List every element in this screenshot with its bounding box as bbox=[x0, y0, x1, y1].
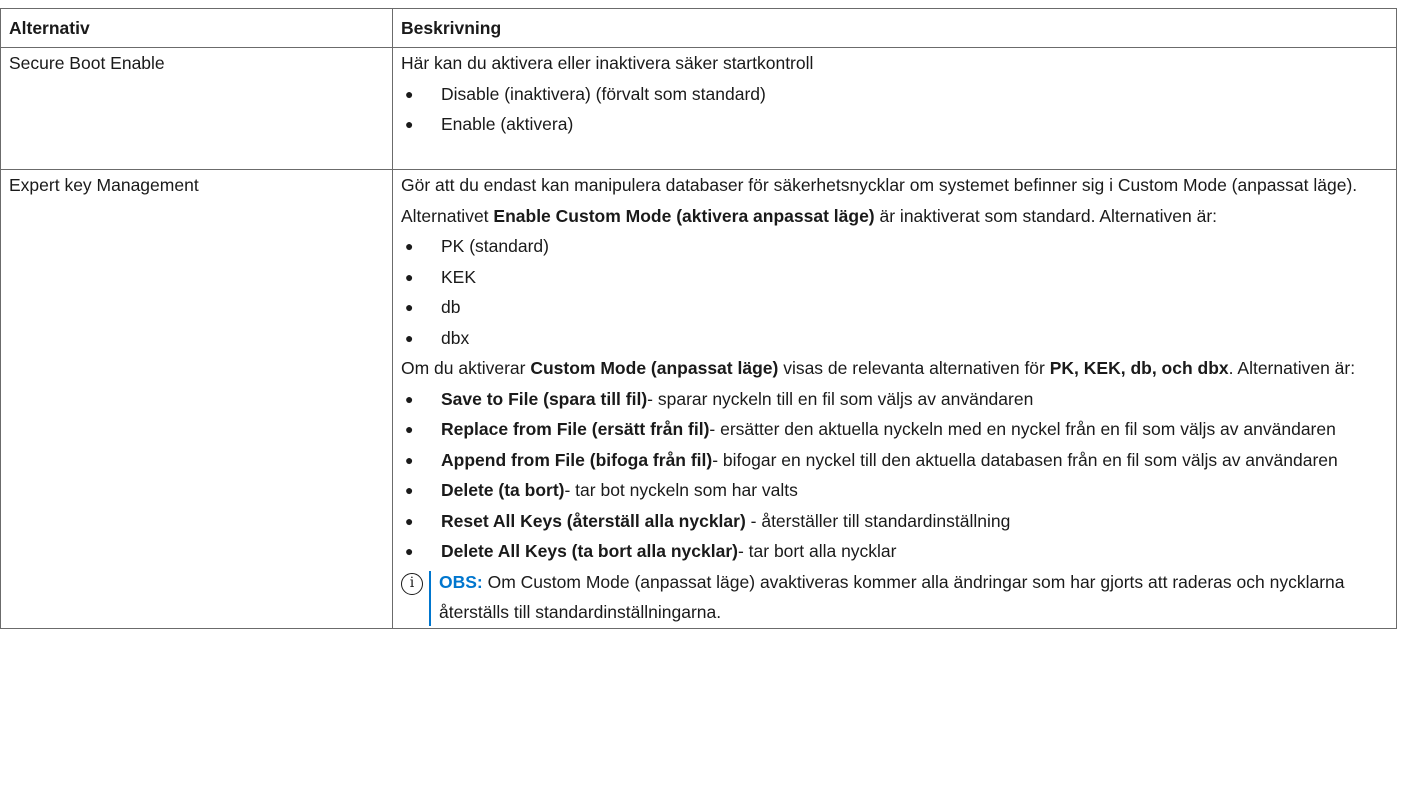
note-box: i OBS: Om Custom Mode (anpassat läge) av… bbox=[401, 567, 1388, 628]
bullet-icon: ● bbox=[405, 238, 414, 254]
column-header-description: Beskrivning bbox=[392, 8, 1397, 48]
list-item: ● Replace from File (ersätt från fil)- er… bbox=[401, 414, 1388, 445]
description-cell: Här kan du aktivera eller inaktivera säk… bbox=[392, 47, 1397, 170]
list-item: ● Delete All Keys (ta bort alla nycklar)-… bbox=[401, 536, 1388, 567]
note-text: Om Custom Mode (anpassat läge) avaktiver… bbox=[439, 571, 1345, 623]
description-paragraph: Gör att du endast kan manipulera databas… bbox=[401, 175, 1358, 226]
table-row: Expert key Management Gör att du endast … bbox=[0, 169, 1397, 629]
bullet-icon: ● bbox=[405, 512, 414, 529]
table-row: Secure Boot Enable Här kan du aktivera e… bbox=[0, 47, 1397, 170]
list-item: ● Delete (ta bort)- tar bot nyckeln som h… bbox=[401, 475, 1388, 506]
description-intro: Här kan du aktivera eller inaktivera säk… bbox=[401, 53, 814, 73]
bullet-icon: ● bbox=[405, 85, 414, 102]
table-header-row: Alternativ Beskrivning bbox=[0, 8, 1397, 48]
description-paragraph: Om du aktiverar Custom Mode (anpassat lä… bbox=[401, 358, 1356, 378]
bullet-icon: ● bbox=[405, 451, 414, 468]
bullet-icon: ● bbox=[405, 421, 414, 437]
description-cell: Gör att du endast kan manipulera databas… bbox=[392, 169, 1397, 629]
option-cell: Secure Boot Enable bbox=[0, 47, 393, 170]
bullet-icon: ● bbox=[405, 299, 414, 315]
list-item: ● db bbox=[401, 292, 1388, 323]
bullet-icon: ● bbox=[405, 390, 414, 407]
bullet-icon: ● bbox=[405, 116, 414, 132]
note-label: OBS: bbox=[439, 571, 483, 592]
info-icon: i bbox=[401, 572, 423, 595]
list-item: ● Reset All Keys (återställ alla nycklar)… bbox=[401, 506, 1388, 537]
bullet-icon: ● bbox=[405, 482, 414, 498]
list-item: ● Enable (aktivera) bbox=[401, 109, 1388, 140]
key-list: ● PK (standard) ● KEK ● db ● dbx bbox=[401, 231, 1388, 353]
list-item: ● dbx bbox=[401, 323, 1388, 354]
column-header-option: Alternativ bbox=[0, 8, 393, 48]
option-cell: Expert key Management bbox=[0, 169, 393, 629]
list-item: ● Disable (inaktivera) (förvalt som stand… bbox=[401, 79, 1388, 110]
list-item: ● Save to File (spara till fil)- sparar n… bbox=[401, 384, 1388, 415]
list-item: ● KEK bbox=[401, 262, 1388, 293]
bullet-icon: ● bbox=[405, 329, 414, 346]
note-accent-bar bbox=[429, 570, 431, 626]
option-name: Secure Boot Enable bbox=[9, 53, 165, 73]
list-item: ● PK (standard) bbox=[401, 231, 1388, 262]
list-item: ● Append from File (bifoga från fil)- bif… bbox=[401, 445, 1388, 476]
bullet-icon: ● bbox=[405, 543, 414, 559]
bullet-list: ● Disable (inaktivera) (förvalt som stand… bbox=[401, 79, 1388, 140]
action-list: ● Save to File (spara till fil)- sparar n… bbox=[401, 384, 1388, 567]
option-name: Expert key Management bbox=[9, 175, 199, 195]
bullet-icon: ● bbox=[405, 268, 414, 285]
settings-table: Alternativ Beskrivning Secure Boot Enabl… bbox=[0, 8, 1397, 629]
